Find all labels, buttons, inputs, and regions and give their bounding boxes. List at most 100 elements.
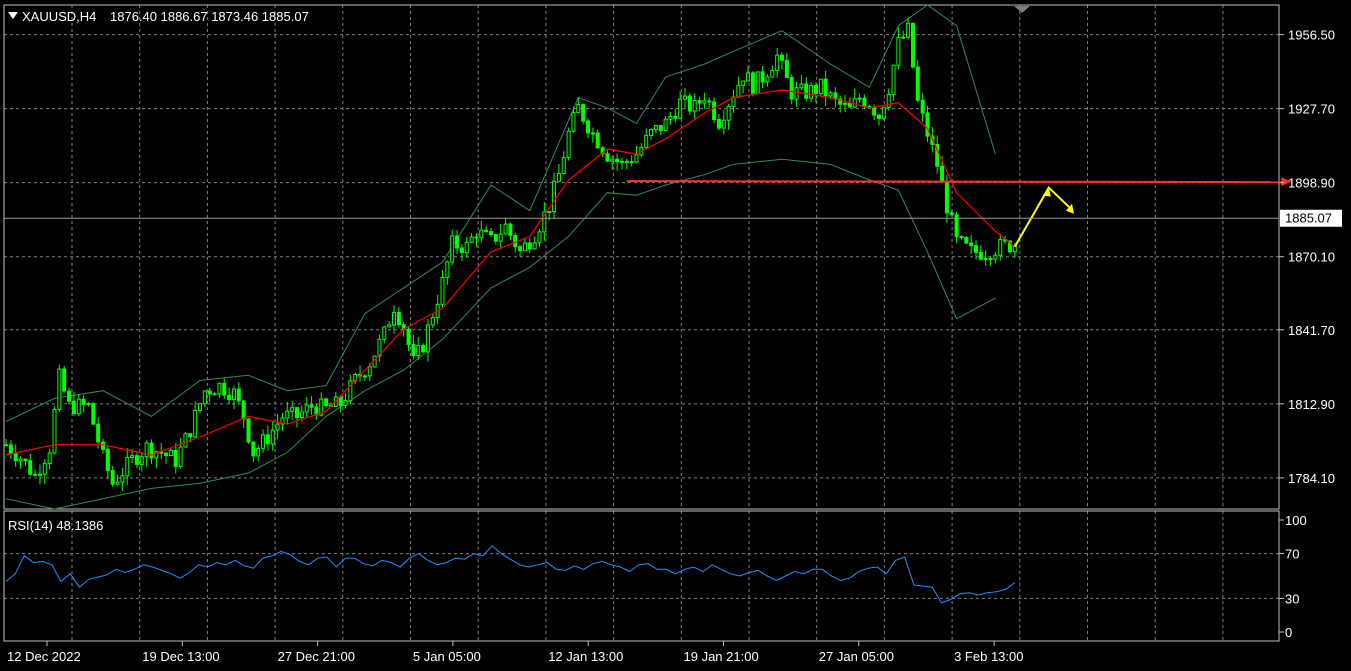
candle-bull xyxy=(37,473,42,476)
candle-bull xyxy=(843,102,848,105)
candle-bull xyxy=(299,411,304,419)
candle-bear xyxy=(309,404,314,408)
candle-bull xyxy=(886,94,891,108)
candle-bull xyxy=(202,390,207,405)
candle-bull xyxy=(198,403,202,411)
candle-bull xyxy=(561,157,566,174)
candle-bull xyxy=(809,84,814,99)
time-tick-label: 3 Feb 13:00 xyxy=(954,649,1023,664)
candle-bull xyxy=(983,257,988,260)
candle-bear xyxy=(324,398,329,407)
candle-bear xyxy=(23,458,28,462)
candle-bull xyxy=(663,118,668,132)
candle-bull xyxy=(775,54,780,72)
bollinger-upper xyxy=(5,4,996,423)
candle-bear xyxy=(750,72,755,94)
candle-bull xyxy=(576,104,581,114)
candle-bull xyxy=(42,463,47,475)
candle-bull xyxy=(881,106,886,119)
candle-bear xyxy=(658,125,663,132)
candle-bull xyxy=(183,433,188,448)
candle-bull xyxy=(231,388,236,401)
rsi-tick-label: 0 xyxy=(1285,625,1292,640)
candle-bull xyxy=(721,119,726,129)
candle-bear xyxy=(236,388,241,402)
price-tick-label: 1956.50 xyxy=(1288,28,1335,43)
candle-bear xyxy=(847,102,852,108)
candle-bull xyxy=(537,231,542,244)
candle-bear xyxy=(265,434,270,445)
candle-bear xyxy=(173,449,178,467)
candle-bear xyxy=(920,99,925,114)
candle-bull xyxy=(619,160,624,163)
candle-bear xyxy=(207,390,212,395)
time-tick-label: 19 Jan 21:00 xyxy=(684,649,759,664)
time-tick-label: 19 Dec 13:00 xyxy=(142,649,219,664)
candle-bull xyxy=(702,100,707,104)
candle-bear xyxy=(586,120,590,134)
time-tick-label: 12 Jan 13:00 xyxy=(548,649,623,664)
candle-bull xyxy=(998,238,1003,256)
candle-bear xyxy=(978,251,983,260)
candle-bear xyxy=(96,423,101,443)
price-tick-label: 1784.10 xyxy=(1288,471,1335,486)
candle-bull xyxy=(818,78,823,95)
candle-bull xyxy=(387,324,392,328)
candle-bull xyxy=(416,344,421,356)
candle-bull xyxy=(382,326,387,340)
candle-bull xyxy=(552,180,557,213)
price-tick-label: 1898.90 xyxy=(1288,176,1335,191)
candle-bull xyxy=(692,100,697,112)
candle-bear xyxy=(760,71,765,83)
candle-bear xyxy=(484,229,489,233)
candle-bull xyxy=(678,98,683,119)
candle-bull xyxy=(450,235,455,263)
candle-bear xyxy=(91,402,96,425)
candle-bull xyxy=(178,446,183,467)
candle-bear xyxy=(13,453,18,462)
candle-bull xyxy=(430,317,435,326)
candle-bear xyxy=(712,101,717,120)
rsi-grid xyxy=(4,511,1279,641)
candle-bear xyxy=(149,442,154,459)
symbol-dropdown-icon[interactable] xyxy=(8,12,18,19)
candle-bull xyxy=(343,400,348,407)
candle-bull xyxy=(755,71,760,94)
forecast-arrow-line xyxy=(1013,185,1074,248)
candle-bull xyxy=(193,409,198,438)
candle-bear xyxy=(940,165,945,182)
candle-bear xyxy=(527,242,532,250)
candle-bear xyxy=(411,344,416,356)
rsi-path xyxy=(5,545,1016,604)
candle-bull xyxy=(125,456,130,477)
candle-bear xyxy=(241,400,246,420)
candle-bull xyxy=(571,112,576,132)
price-tick-label: 1812.90 xyxy=(1288,397,1335,412)
candle-bull xyxy=(736,84,741,98)
candle-bear xyxy=(134,455,139,465)
candle-bull xyxy=(547,211,552,214)
candle-bull xyxy=(634,154,639,163)
candle-bull xyxy=(644,134,649,148)
candle-bull xyxy=(653,125,658,130)
candle-bear xyxy=(518,246,523,252)
candle-bull xyxy=(498,233,503,242)
candle-bear xyxy=(910,22,915,68)
candle-bear xyxy=(338,396,343,407)
price-tick-label: 1870.10 xyxy=(1288,250,1335,265)
candle-bear xyxy=(489,231,493,236)
candle-bear xyxy=(862,97,867,107)
candle-bull xyxy=(139,456,144,465)
symbol-label: XAUUSD,H4 xyxy=(22,9,96,24)
candle-bear xyxy=(877,114,881,119)
candle-bear xyxy=(81,398,86,405)
candle-bear xyxy=(804,83,809,99)
candle-bear xyxy=(101,441,105,450)
candle-bull xyxy=(362,375,367,378)
resistance-line-segment xyxy=(626,180,1286,184)
time-tick-label: 27 Jan 05:00 xyxy=(819,649,894,664)
candle-bull xyxy=(668,115,673,120)
candle-bull xyxy=(256,447,261,457)
candle-bear xyxy=(251,441,256,457)
candle-bear xyxy=(396,312,401,326)
